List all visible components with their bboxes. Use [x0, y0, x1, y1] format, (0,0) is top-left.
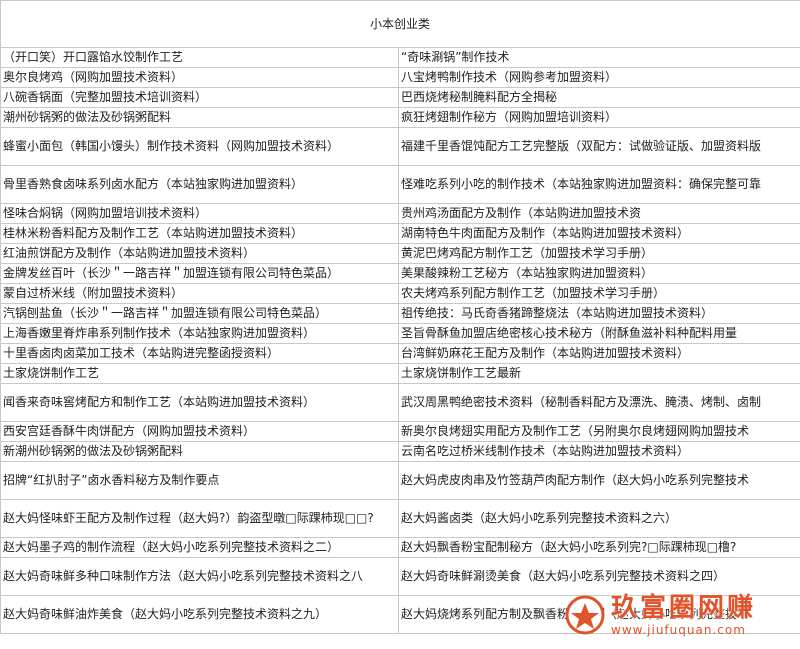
cell-right: 八宝烤鸭制作技术（网购参考加盟资料）: [397, 67, 800, 88]
cell-right: 福建千里香馄饨配方工艺完整版（双配方：试做验证版、加盟资料版: [397, 127, 800, 166]
cell-right: 湖南特色牛肉面配方及制作（本站购进加盟技术资料）: [397, 223, 800, 244]
cell-left: 汽锅刨盐鱼（长沙＂一路吉祥＂加盟连锁有限公司特色菜品）: [0, 303, 399, 324]
cell-left: 赵大妈奇味鲜油炸美食（赵大妈小吃系列完整技术资料之九）: [0, 595, 399, 634]
table-row: 赵大妈怪味虾王配方及制作过程（赵大妈?）韵盗型暾□际踝柿现□□? 赵大妈酱卤类（赵…: [0, 499, 800, 538]
table-row: 新潮州砂锅粥的做法及砂锅粥配料 云南名吃过桥米线制作技术（本站购进加盟技术资料）: [0, 441, 800, 462]
title-row: 小本创业类: [0, 0, 800, 48]
table-row: 金牌发丝百叶（长沙＂一路吉祥＂加盟连锁有限公司特色菜品） 美果酸辣粉工艺秘方（本站…: [0, 263, 800, 284]
table-row: 八碗香锅面（完整加盟技术培训资料） 巴西烧烤秘制腌料配方全揭秘: [0, 87, 800, 108]
cell-left: 闻香来奇味窖烤配方和制作工艺（本站购进加盟技术资料）: [0, 383, 399, 422]
cell-right: 怪难吃系列小吃的制作技术（本站独家购进加盟资料：确保完整可靠: [397, 165, 800, 204]
table-row: 骨里香熟食卤味系列卤水配方（本站独家购进加盟资料） 怪难吃系列小吃的制作技术（本站…: [0, 165, 800, 204]
table-row: 红油煎饼配方及制作（本站购进加盟技术资料） 黄泥巴烤鸡配方制作工艺（加盟技术学习手…: [0, 243, 800, 264]
cell-left: 怪味合焖锅（网购加盟培训技术资料）: [0, 203, 399, 224]
watermark-brand: 玖富圈网赚: [611, 593, 757, 623]
cell-left: 蜂蜜小面包（韩国小馒头）制作技术资料（网购加盟技术资料）: [0, 127, 399, 166]
cell-left: 十里香卤肉卤菜加工技术（本站购进完整函授资料）: [0, 343, 399, 364]
content-table: 小本创业类 （开口笑）开口露馅水饺制作工艺 “奇味涮锅”制作技术 奥尔良烤鸡（网购加…: [0, 0, 800, 634]
cell-right: 土家烧饼制作工艺最新: [397, 363, 800, 384]
cell-left: 上海香嫩里脊炸串系列制作技术（本站独家购进加盟资料）: [0, 323, 399, 344]
cell-left: 西安宫廷香酥牛肉饼配方（网购加盟技术资料）: [0, 421, 399, 442]
table-title: 小本创业类: [0, 0, 800, 48]
cell-right: 赵大妈虎皮肉串及竹签葫芦肉配方制作（赵大妈小吃系列完整技术: [397, 461, 800, 500]
table-row: 蜂蜜小面包（韩国小馒头）制作技术资料（网购加盟技术资料） 福建千里香馄饨配方工艺完…: [0, 127, 800, 166]
cell-right: 台湾鲜奶麻花王配方及制作（本站购进加盟技术资料）: [397, 343, 800, 364]
cell-right: 黄泥巴烤鸡配方制作工艺（加盟技术学习手册）: [397, 243, 800, 264]
cell-right: 武汉周黑鸭绝密技术资料（秘制香料配方及漂洗、腌渍、烤制、卤制: [397, 383, 800, 422]
cell-left: 骨里香熟食卤味系列卤水配方（本站独家购进加盟资料）: [0, 165, 399, 204]
table-row: 奥尔良烤鸡（网购加盟技术资料） 八宝烤鸭制作技术（网购参考加盟资料）: [0, 67, 800, 88]
watermark-url: www.jiufuquan.com: [611, 623, 746, 637]
cell-left: 八碗香锅面（完整加盟技术培训资料）: [0, 87, 399, 108]
cell-right: 圣旨骨酥鱼加盟店绝密核心技术秘方（附酥鱼滋补料种配料用量: [397, 323, 800, 344]
table-row: 闻香来奇味窖烤配方和制作工艺（本站购进加盟技术资料） 武汉周黑鸭绝密技术资料（秘制…: [0, 383, 800, 422]
table-row: 桂林米粉香料配方及制作工艺（本站购进加盟技术资料） 湖南特色牛肉面配方及制作（本站…: [0, 223, 800, 244]
table-row: 赵大妈墨子鸡的制作流程（赵大妈小吃系列完整技术资料之二） 赵大妈飘香粉宝配制秘方（…: [0, 537, 800, 558]
cell-left: 奥尔良烤鸡（网购加盟技术资料）: [0, 67, 399, 88]
table-row: 十里香卤肉卤菜加工技术（本站购进完整函授资料） 台湾鲜奶麻花王配方及制作（本站购进…: [0, 343, 800, 364]
cell-right: 新奥尔良烤翅实用配方及制作工艺（另附奥尔良烤翅网购加盟技术: [397, 421, 800, 442]
cell-left: 赵大妈怪味虾王配方及制作过程（赵大妈?）韵盗型暾□际踝柿现□□?: [0, 499, 399, 538]
cell-left: 潮州砂锅粥的做法及砂锅粥配料: [0, 107, 399, 128]
table-row: 蒙自过桥米线（附加盟技术资料） 农夫烤鸡系列配方制作工艺（加盟技术学习手册）: [0, 283, 800, 304]
cell-left: 新潮州砂锅粥的做法及砂锅粥配料: [0, 441, 399, 462]
table-row: 西安宫廷香酥牛肉饼配方（网购加盟技术资料） 新奥尔良烤翅实用配方及制作工艺（另附奥…: [0, 421, 800, 442]
cell-right: 疯狂烤翅制作秘方（网购加盟培训资料）: [397, 107, 800, 128]
cell-right: 祖传绝技：马氏奇香猪蹄整烧法（本站购进加盟技术资料）: [397, 303, 800, 324]
cell-right: 云南名吃过桥米线制作技术（本站购进加盟技术资料）: [397, 441, 800, 462]
table-row: 土家烧饼制作工艺 土家烧饼制作工艺最新: [0, 363, 800, 384]
cell-right: 农夫烤鸡系列配方制作工艺（加盟技术学习手册）: [397, 283, 800, 304]
cell-right: 贵州鸡汤面配方及制作（本站购进加盟技术资: [397, 203, 800, 224]
table-row: 潮州砂锅粥的做法及砂锅粥配料 疯狂烤翅制作秘方（网购加盟培训资料）: [0, 107, 800, 128]
cell-left: 招牌“红扒肘子”卤水香料秘方及制作要点: [0, 461, 399, 500]
jiufuquan-logo-icon: [565, 595, 605, 635]
watermark: 玖富圈网赚 www.jiufuquan.com: [565, 586, 797, 644]
cell-right: 赵大妈酱卤类（赵大妈小吃系列完整技术资料之六）: [397, 499, 800, 538]
table-row: 上海香嫩里脊炸串系列制作技术（本站独家购进加盟资料） 圣旨骨酥鱼加盟店绝密核心技术…: [0, 323, 800, 344]
table-row: 汽锅刨盐鱼（长沙＂一路吉祥＂加盟连锁有限公司特色菜品） 祖传绝技：马氏奇香猪蹄整烧…: [0, 303, 800, 324]
cell-left: 赵大妈奇味鲜多种口味制作方法（赵大妈小吃系列完整技术资料之八: [0, 557, 399, 596]
table-row: 怪味合焖锅（网购加盟培训技术资料） 贵州鸡汤面配方及制作（本站购进加盟技术资: [0, 203, 800, 224]
cell-left: 金牌发丝百叶（长沙＂一路吉祥＂加盟连锁有限公司特色菜品）: [0, 263, 399, 284]
cell-left: 桂林米粉香料配方及制作工艺（本站购进加盟技术资料）: [0, 223, 399, 244]
cell-right: “奇味涮锅”制作技术: [397, 47, 800, 68]
cell-left: 蒙自过桥米线（附加盟技术资料）: [0, 283, 399, 304]
cell-left: 红油煎饼配方及制作（本站购进加盟技术资料）: [0, 243, 399, 264]
cell-right: 美果酸辣粉工艺秘方（本站独家购进加盟资料）: [397, 263, 800, 284]
table-row: 招牌“红扒肘子”卤水香料秘方及制作要点 赵大妈虎皮肉串及竹签葫芦肉配方制作（赵大妈…: [0, 461, 800, 500]
cell-left: 赵大妈墨子鸡的制作流程（赵大妈小吃系列完整技术资料之二）: [0, 537, 399, 558]
cell-right: 巴西烧烤秘制腌料配方全揭秘: [397, 87, 800, 108]
cell-left: （开口笑）开口露馅水饺制作工艺: [0, 47, 399, 68]
cell-right: 赵大妈飘香粉宝配制秘方（赵大妈小吃系列完?□际踝柿现□橹?: [397, 537, 800, 558]
table-row: （开口笑）开口露馅水饺制作工艺 “奇味涮锅”制作技术: [0, 47, 800, 68]
cell-left: 土家烧饼制作工艺: [0, 363, 399, 384]
